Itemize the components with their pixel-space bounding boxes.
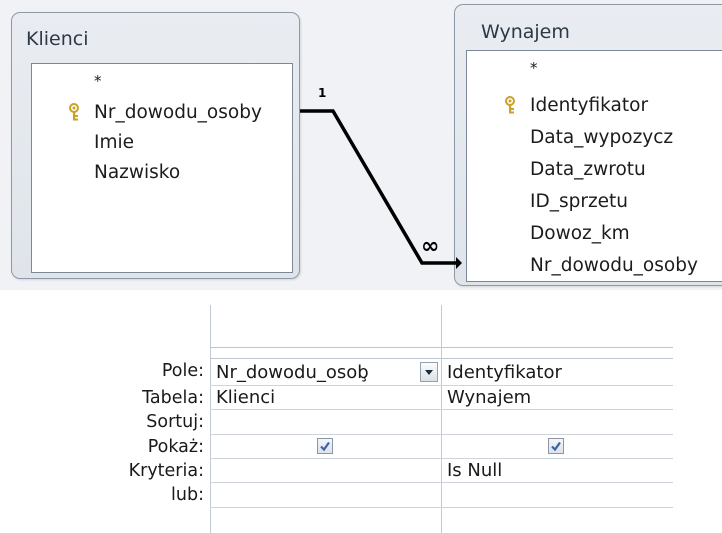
grid-line bbox=[210, 409, 673, 410]
field-cell-2[interactable]: Identyfikator bbox=[447, 360, 562, 386]
field-cell-1[interactable]: Nr_dowodu_osob̧ bbox=[216, 360, 369, 386]
show-checkbox-2[interactable] bbox=[548, 438, 564, 454]
relation-many-label: ∞ bbox=[421, 234, 440, 259]
table-cell-1[interactable]: Klienci bbox=[216, 385, 275, 411]
relationship-line[interactable] bbox=[0, 0, 722, 290]
row-label-or: lub: bbox=[171, 485, 204, 505]
chevron-down-icon bbox=[425, 370, 433, 375]
row-label-field: Pole: bbox=[161, 361, 204, 381]
row-label-table: Tabela: bbox=[142, 388, 204, 408]
row-label-sort: Sortuj: bbox=[146, 412, 204, 432]
grid-line bbox=[210, 458, 673, 459]
relationship-pane: Klienci * Nr_dowodu_osoby Imie Nazwisko bbox=[0, 0, 722, 290]
checkmark-icon bbox=[551, 441, 561, 452]
row-label-show: Pokaż: bbox=[147, 437, 204, 457]
checkmark-icon bbox=[320, 441, 330, 452]
field-dropdown-button[interactable] bbox=[420, 362, 438, 382]
show-checkbox-1[interactable] bbox=[317, 438, 333, 454]
grid-column-2 bbox=[441, 305, 673, 533]
relation-one-label: 1 bbox=[318, 86, 327, 100]
grid-line bbox=[210, 434, 673, 435]
query-design-grid: Pole: Tabela: Sortuj: Pokaż: Kryteria: l… bbox=[70, 305, 673, 533]
grid-column-1 bbox=[210, 305, 441, 533]
grid-line bbox=[210, 482, 673, 483]
grid-line bbox=[210, 358, 673, 359]
grid-line bbox=[210, 507, 673, 508]
criteria-cell-2[interactable]: Is Null bbox=[447, 458, 502, 484]
table-cell-2[interactable]: Wynajem bbox=[447, 385, 531, 411]
grid-line bbox=[210, 347, 673, 348]
row-label-criteria: Kryteria: bbox=[128, 461, 204, 481]
